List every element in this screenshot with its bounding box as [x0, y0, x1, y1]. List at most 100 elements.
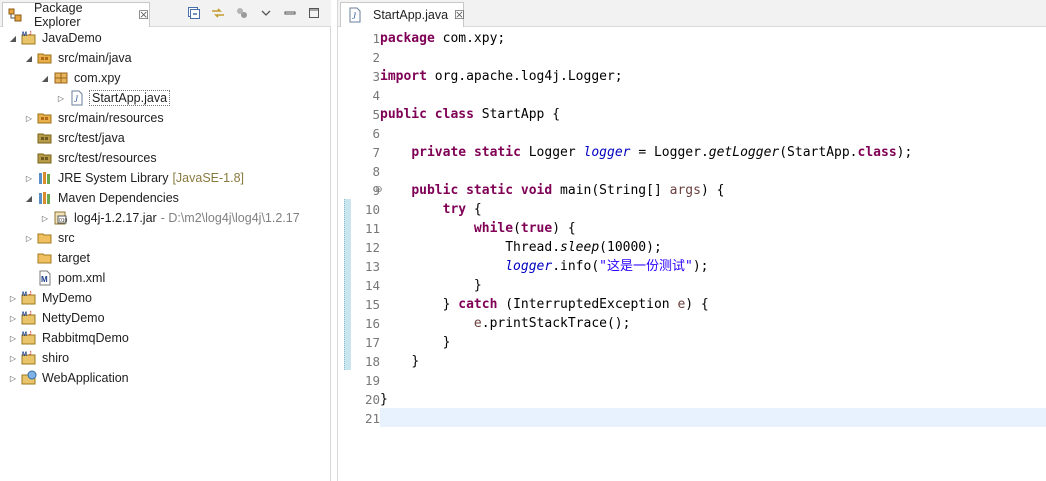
current-line-highlight: [380, 408, 1046, 427]
chevron-down-icon[interactable]: ◢: [40, 68, 50, 88]
source-folder-icon: [37, 110, 53, 126]
line-number: 16: [364, 316, 380, 331]
tree-item-src-main-resources[interactable]: ▷ src/main/resources: [24, 108, 164, 128]
filters-icon[interactable]: [233, 5, 251, 21]
tree-item-target[interactable]: target: [37, 248, 90, 268]
chevron-right-icon[interactable]: ▷: [8, 348, 18, 368]
chevron-down-icon[interactable]: ◢: [24, 188, 34, 208]
tree-item-src-main-java[interactable]: ◢ src/main/java: [24, 48, 132, 68]
tree-item-com-xpy[interactable]: ◢ com.xpy: [40, 68, 121, 88]
folder-icon: [37, 230, 53, 246]
tree-item-src-test-java[interactable]: src/test/java: [37, 128, 125, 148]
line-number: 4: [372, 88, 380, 103]
chevron-right-icon[interactable]: ▷: [8, 288, 18, 308]
chevron-right-icon[interactable]: ▷: [8, 328, 18, 348]
tree-item-mydemo[interactable]: ▷ MJ MyDemo: [8, 288, 92, 308]
tree-item-rabbitmqdemo[interactable]: ▷ MJ RabbitmqDemo: [8, 328, 129, 348]
library-icon: [37, 190, 53, 206]
chevron-right-icon[interactable]: ▷: [56, 88, 66, 108]
tree-item-webapplication[interactable]: ▷ WebApplication: [8, 368, 129, 388]
svg-text:M: M: [22, 312, 27, 318]
line-number: 17: [364, 335, 380, 350]
tree-item-pom-xml[interactable]: M pom.xml: [37, 268, 105, 288]
tree-item-label: src/main/java: [58, 51, 132, 65]
editor-tabbar: J StartApp.java ☒: [338, 0, 1046, 27]
line-number: 3: [372, 69, 380, 84]
tree-item-startapp-java[interactable]: ▷ J StartApp.java: [56, 88, 171, 108]
line-number: 18: [364, 354, 380, 369]
tree-item-label: Maven Dependencies: [58, 191, 179, 205]
code-line-1: package com.xpy;: [380, 31, 506, 46]
maven-project-icon: MJ: [21, 290, 37, 306]
code-line-13: logger.info("这是一份测试");: [505, 259, 709, 274]
chevron-right-icon[interactable]: ▷: [8, 368, 18, 388]
tree-item-nettydemo[interactable]: ▷ MJ NettyDemo: [8, 308, 105, 328]
tree-item-label: com.xpy: [74, 71, 121, 85]
source-folder-icon: [37, 150, 53, 166]
link-with-editor-icon[interactable]: [209, 5, 227, 21]
code-line-3: import org.apache.log4j.Logger;: [380, 69, 623, 84]
line-number: 10: [364, 202, 380, 217]
tree-item-shiro[interactable]: ▷ MJ shiro: [8, 348, 69, 368]
library-icon: [37, 170, 53, 186]
chevron-right-icon[interactable]: ▷: [40, 208, 50, 228]
package-icon: [53, 70, 69, 86]
tree-item-label: JRE System Library: [58, 171, 169, 185]
source-folder-icon: [37, 50, 53, 66]
tree-item-javademo[interactable]: ◢ MJ JavaDemo: [8, 28, 102, 48]
line-number: 21: [364, 411, 380, 426]
code-line-7: private static Logger logger = Logger.ge…: [411, 145, 913, 160]
tree-item-maven-dependencies[interactable]: ◢ Maven Dependencies: [24, 188, 179, 208]
maven-project-icon: MJ: [21, 330, 37, 346]
maven-project-icon: MJ: [21, 30, 37, 46]
java-file-icon: J: [69, 90, 85, 106]
package-explorer-tabbar: Package Explorer ☒: [0, 0, 331, 29]
tree-item-label: WebApplication: [42, 371, 129, 385]
jar-icon: 010: [53, 210, 69, 226]
close-icon[interactable]: ☒: [454, 8, 465, 22]
tree-item-label: target: [58, 251, 90, 265]
chevron-down-icon[interactable]: ◢: [8, 28, 18, 48]
line-number: 13: [364, 259, 380, 274]
code-text-area[interactable]: package com.xpy; import org.apache.log4j…: [380, 28, 1046, 481]
tree-item-src-test-resources[interactable]: src/test/resources: [37, 148, 157, 168]
chevron-down-icon[interactable]: ◢: [24, 48, 34, 68]
line-number: 19: [364, 373, 380, 388]
folder-icon: [37, 250, 53, 266]
code-line-20: }: [380, 392, 388, 407]
svg-text:M: M: [22, 32, 27, 38]
maximize-icon[interactable]: [305, 5, 323, 21]
chevron-right-icon[interactable]: ▷: [24, 108, 34, 128]
tree-item-label: StartApp.java: [88, 90, 171, 106]
view-menu-icon[interactable]: [257, 5, 275, 21]
tree-item-label: src/main/resources: [58, 111, 164, 125]
chevron-right-icon[interactable]: ▷: [8, 308, 18, 328]
tree-item-label: NettyDemo: [42, 311, 105, 325]
tab-package-explorer[interactable]: Package Explorer ☒: [2, 1, 150, 29]
code-line-9: public static void main(String[] args) {: [411, 183, 725, 198]
chevron-right-icon[interactable]: ▷: [24, 168, 34, 188]
svg-text:M: M: [22, 332, 27, 338]
tree-item-label: shiro: [42, 351, 70, 365]
package-explorer-view: Package Explorer ☒ ◢ M J JavaDemo ◢ src/…: [0, 0, 331, 481]
line-number: 15: [364, 297, 380, 312]
java-file-icon: J: [347, 7, 363, 23]
change-indicator: [344, 199, 351, 370]
chevron-right-icon[interactable]: ▷: [24, 228, 34, 248]
close-icon[interactable]: ☒: [138, 8, 149, 22]
line-number: 14: [364, 278, 380, 293]
code-line-18: }: [411, 354, 420, 369]
svg-text:M: M: [22, 352, 27, 358]
svg-text:M: M: [22, 292, 27, 298]
tree-item-src[interactable]: ▷ src: [24, 228, 75, 248]
code-line-17: }: [442, 335, 451, 350]
web-project-icon: [21, 370, 37, 386]
code-line-11: while(true) {: [473, 221, 576, 236]
tab-startapp-java[interactable]: J StartApp.java ☒: [340, 2, 465, 27]
minimize-icon[interactable]: [281, 5, 299, 21]
collapse-all-icon[interactable]: [185, 5, 203, 21]
tree-item-jre-system-library[interactable]: ▷ JRE System Library [JavaSE-1.8]: [24, 168, 244, 188]
tree-item-log4j-jar[interactable]: ▷ 010 log4j-1.2.17.jar - D:\m2\log4j\log…: [40, 208, 300, 228]
tree-item-label: src/test/java: [58, 131, 125, 145]
svg-text:010: 010: [59, 218, 68, 224]
